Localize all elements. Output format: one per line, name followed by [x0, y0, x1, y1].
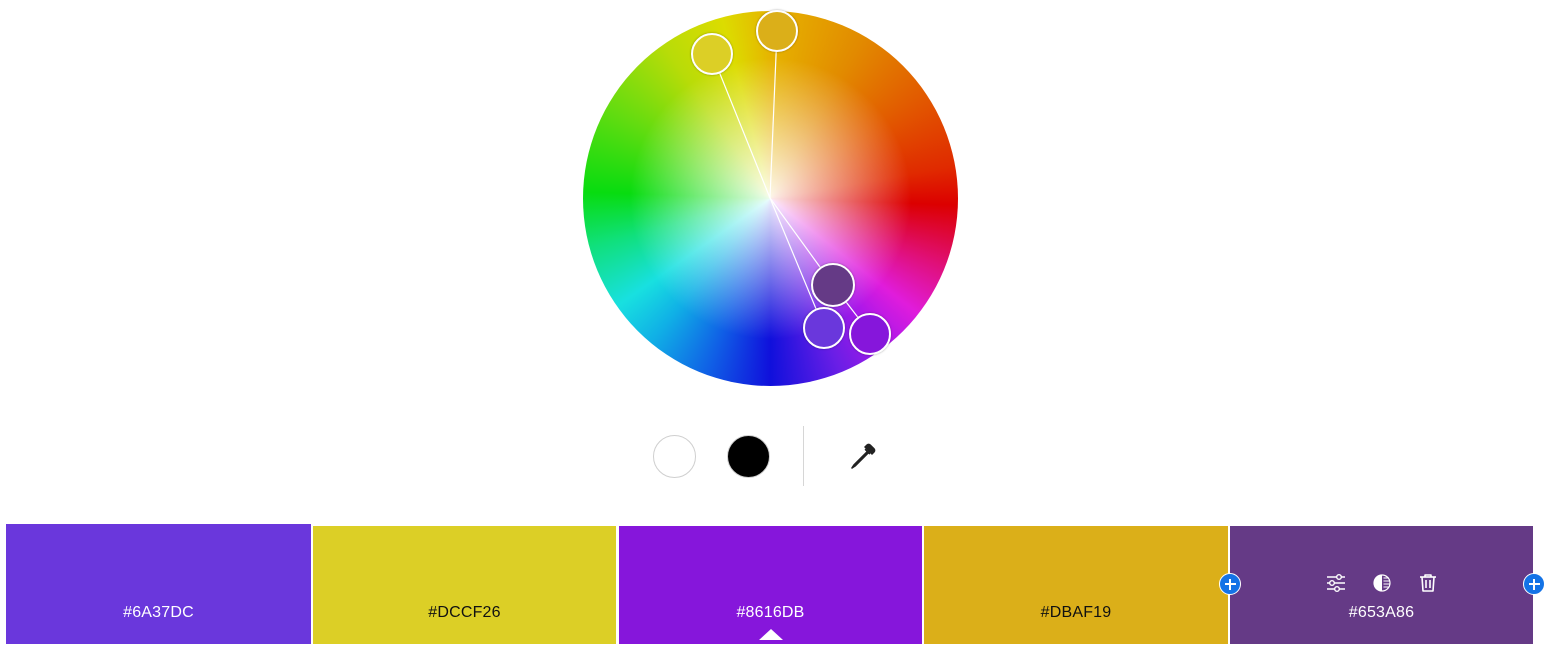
swatch-hex-label: #6A37DC — [123, 604, 194, 621]
contrast-icon — [1372, 574, 1391, 592]
selected-indicator-icon — [758, 629, 783, 640]
color-wheel-editor: #6A37DC #DCCF26 #8616DB #DBAF19 #653A86 — [0, 0, 1547, 655]
set-base-button[interactable] — [1372, 573, 1392, 593]
swatch-hex-label: #DCCF26 — [428, 604, 501, 621]
add-color-button[interactable] — [1219, 573, 1241, 595]
white-swatch-button[interactable] — [653, 435, 696, 478]
base-color-handle[interactable] — [811, 263, 855, 307]
tools-divider — [803, 426, 804, 486]
swatch-hex-label: #DBAF19 — [1040, 604, 1112, 621]
color-handle[interactable] — [691, 33, 733, 75]
eyedropper-button[interactable] — [845, 440, 879, 474]
color-wheel[interactable] — [583, 11, 958, 386]
color-handle[interactable] — [803, 307, 845, 349]
adjust-button[interactable] — [1326, 573, 1346, 593]
palette-swatch[interactable]: #DCCF26 — [313, 526, 616, 644]
palette-swatch[interactable]: #6A37DC — [6, 524, 311, 644]
delete-button[interactable] — [1418, 573, 1438, 593]
color-palette: #6A37DC #DCCF26 #8616DB #DBAF19 #653A86 — [6, 524, 1545, 644]
add-color-button[interactable] — [1523, 573, 1545, 595]
black-swatch-button[interactable] — [727, 435, 770, 478]
palette-swatch-base[interactable]: #653A86 — [1230, 526, 1533, 644]
palette-swatch-selected[interactable]: #8616DB — [619, 526, 922, 644]
swatch-hex-label: #8616DB — [736, 604, 805, 621]
swatch-hex-label: #653A86 — [1348, 604, 1415, 621]
swatch-tools — [1230, 573, 1533, 593]
trash-icon — [1419, 574, 1436, 592]
eyedropper-icon — [851, 443, 876, 469]
sliders-icon — [1326, 574, 1345, 592]
palette-swatch[interactable]: #DBAF19 — [924, 526, 1228, 644]
color-handle[interactable] — [849, 313, 891, 355]
color-handle[interactable] — [756, 10, 798, 52]
